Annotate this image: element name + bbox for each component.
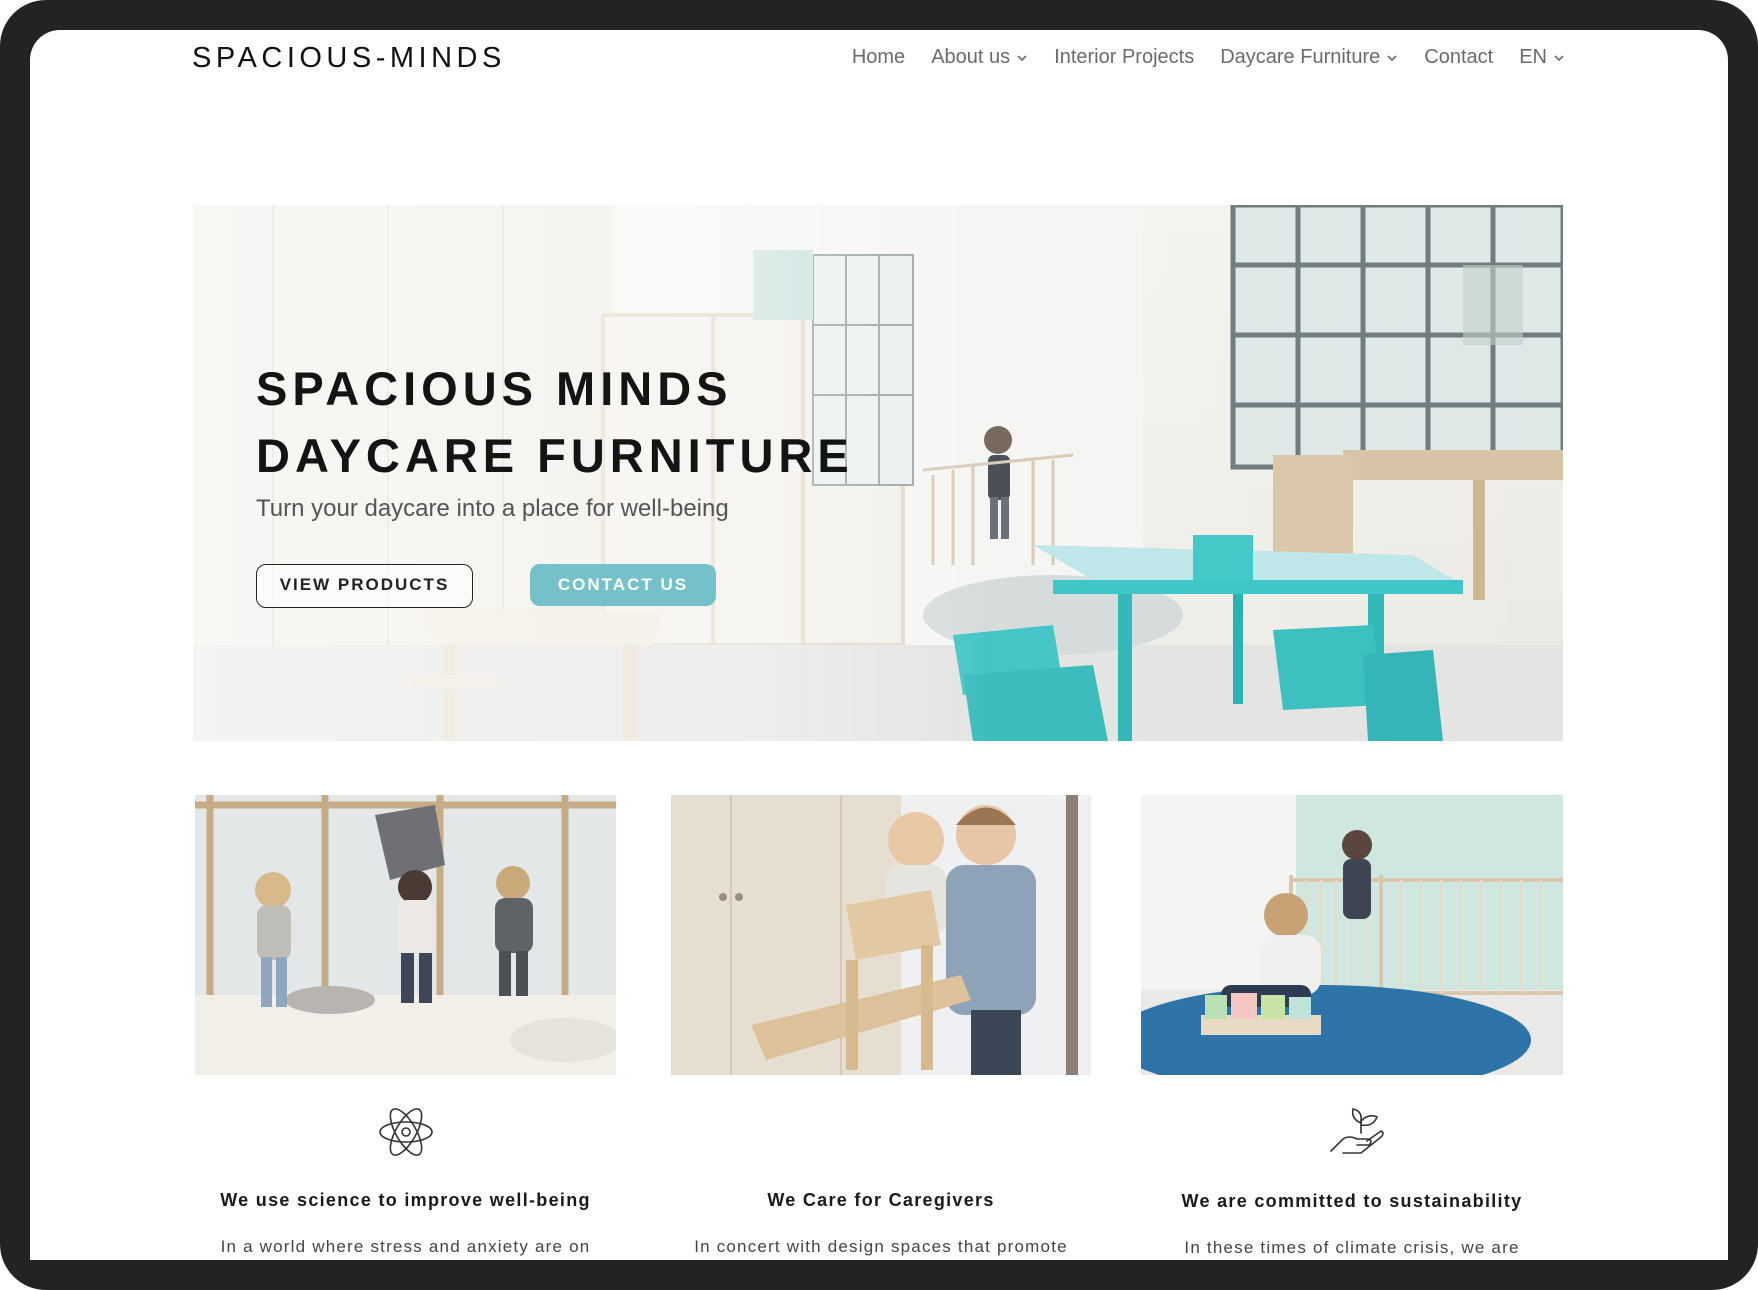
feature-text-science: In a world where stress and anxiety are … — [220, 1237, 591, 1256]
language-switcher[interactable]: EN — [1519, 46, 1565, 69]
hero-subtitle: Turn your daycare into a place for well-… — [256, 495, 729, 522]
browser-viewport: SPACIOUS-MINDS Home About us Interior Pr… — [30, 30, 1728, 1260]
nav-item-label: Home — [851, 46, 906, 68]
chevron-down-icon — [1017, 54, 1027, 61]
photo-children-playing — [195, 795, 616, 1075]
hero-title-line-1: SPACIOUS MINDS — [256, 362, 733, 415]
chevron-down-icon — [1554, 54, 1564, 61]
site-logo[interactable]: SPACIOUS-MINDS — [192, 42, 506, 75]
nav-item-home[interactable]: Home — [852, 46, 905, 69]
feature-text-sustainability: In these times of climate crisis, we are — [1184, 1238, 1520, 1257]
photo-children-wooden-chair — [671, 795, 1091, 1075]
site-header: SPACIOUS-MINDS Home About us Interior Pr… — [30, 30, 1728, 92]
device-frame: SPACIOUS-MINDS Home About us Interior Pr… — [0, 0, 1758, 1290]
nav-item-contact[interactable]: Contact — [1424, 46, 1493, 69]
feature-image-children-chair — [671, 795, 1091, 1075]
nav-item-label: About us — [931, 46, 1011, 68]
nav-item-interior-projects[interactable]: Interior Projects — [1054, 46, 1194, 69]
hand-plant-icon — [1330, 1108, 1384, 1154]
nav-item-label: Daycare Furniture — [1220, 46, 1381, 68]
feature-title-sustainability: We are committed to sustainability — [1181, 1191, 1523, 1211]
hero-title: SPACIOUS MINDS DAYCARE FURNITURE — [256, 355, 854, 489]
feature-title-caregivers: We Care for Caregivers — [767, 1190, 995, 1210]
nav-item-about-us[interactable]: About us — [931, 46, 1028, 69]
view-products-button[interactable]: VIEW PRODUCTS — [256, 564, 473, 608]
feature-title-science: We use science to improve well-being — [220, 1190, 591, 1210]
feature-image-children-playing — [195, 795, 616, 1075]
nav-item-label: Interior Projects — [1054, 46, 1195, 68]
nav-item-label: Contact — [1424, 46, 1494, 68]
feature-text-caregivers: In concert with design spaces that promo… — [694, 1237, 1068, 1256]
chevron-down-icon — [1387, 54, 1397, 61]
hero-title-line-2: DAYCARE FURNITURE — [256, 429, 854, 482]
hero-banner: SPACIOUS MINDS DAYCARE FURNITURE Turn yo… — [193, 205, 1563, 741]
feature-image-child-blocks — [1141, 795, 1563, 1075]
nav-item-label: EN — [1519, 46, 1547, 68]
nav-item-daycare-furniture[interactable]: Daycare Furniture — [1220, 46, 1398, 69]
main-nav: Home About us Interior Projects Daycare … — [852, 46, 1565, 69]
photo-child-with-blocks — [1141, 795, 1563, 1075]
contact-us-button[interactable]: CONTACT US — [530, 564, 716, 606]
atom-icon — [379, 1108, 433, 1156]
